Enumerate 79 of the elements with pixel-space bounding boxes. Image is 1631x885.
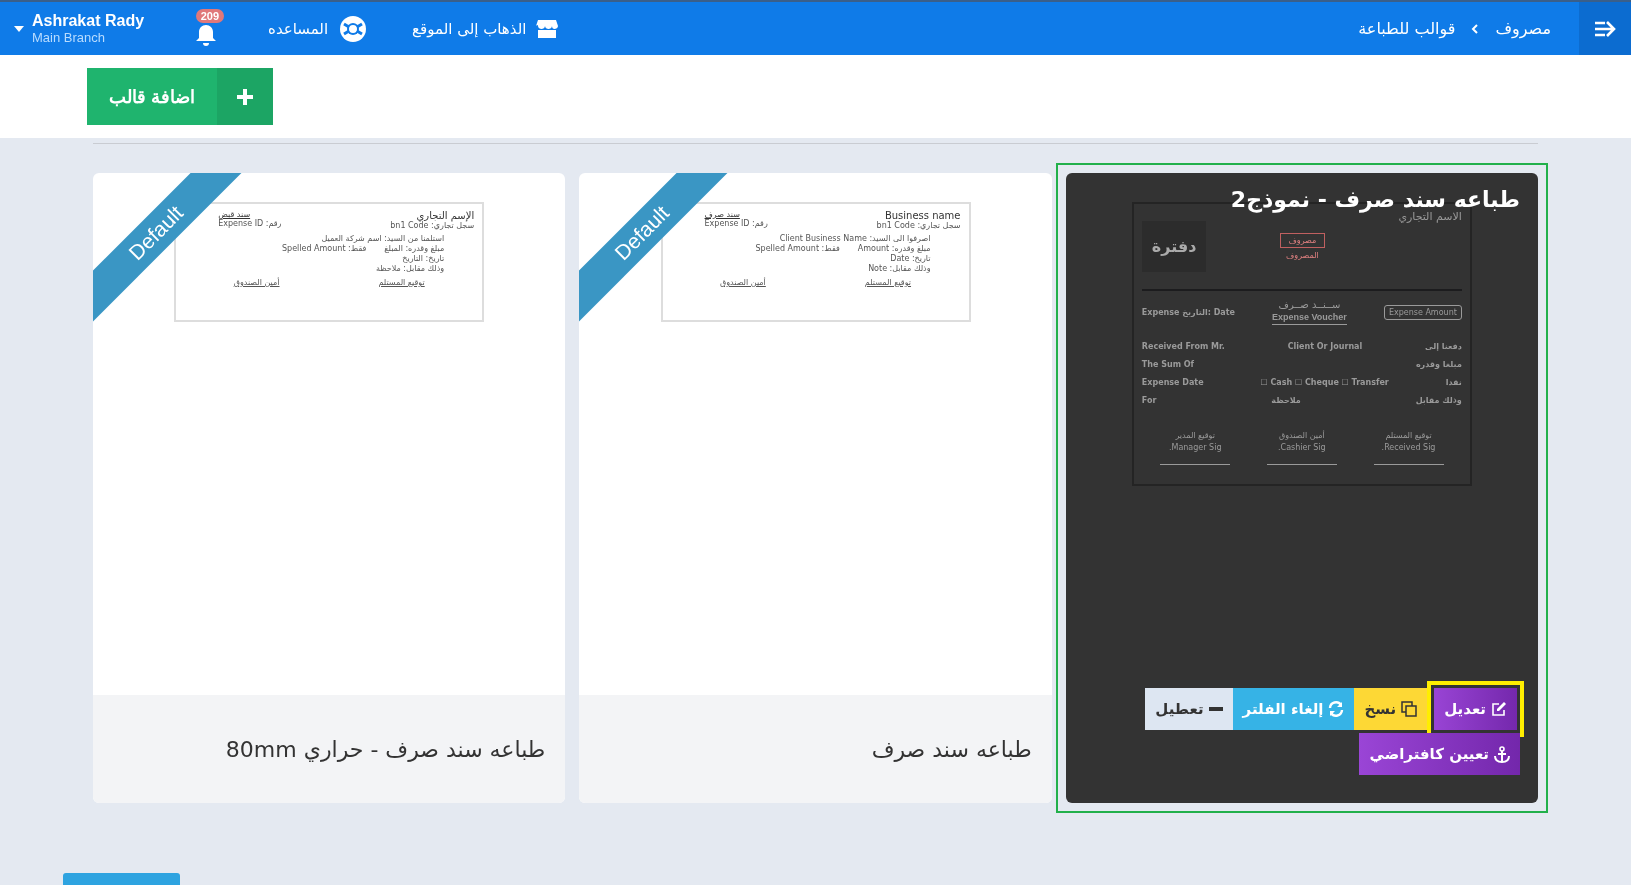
preview-text: ســنــد صــرف: [1278, 299, 1341, 310]
preview-text: Expense Voucher: [1272, 312, 1347, 325]
minus-icon: [1208, 707, 1223, 711]
preview-text: ملاحظة: [1271, 396, 1301, 405]
preview-text: مصروف: [1279, 233, 1326, 248]
preview-text: فقط: Spelled Amount: [282, 244, 367, 254]
preview-text: For: [1141, 396, 1157, 405]
preview-text: الاسم التجاري: [1398, 210, 1462, 223]
preview-text: Received Sig.: [1381, 443, 1436, 452]
preview-text: سند صرف: [704, 210, 740, 219]
user-menu[interactable]: Ashrakat Rady Main Branch: [14, 12, 145, 45]
preview-text: دفعنا إلى: [1425, 342, 1462, 351]
preview-text: توقيع المدير: [1175, 431, 1215, 440]
preview-text: أمين الصندوق: [720, 278, 766, 287]
edit-icon: [1491, 701, 1507, 717]
preview-text: Received From Mr.: [1141, 342, 1225, 351]
preview-text: توقيع المستلم: [864, 278, 912, 287]
preview-text: Cash ☐ Cheque ☐ Transfer ☐: [1260, 378, 1389, 387]
top-link[interactable]: المساعده: [268, 13, 369, 44]
top-link[interactable]: الذهاب إلى الموقع: [412, 18, 559, 39]
preview-text: المصروف: [1286, 251, 1319, 260]
notification-count: 209: [195, 8, 225, 23]
preview-text: فقط: Spelled Amount: [755, 244, 840, 254]
action-button[interactable]: نسخ: [1354, 688, 1428, 730]
bell-icon: [195, 22, 218, 47]
preview-text: تاريخ: التاريخ: [402, 254, 445, 264]
notification-bell[interactable]: 209: [188, 8, 225, 49]
preview-text: وذلك مقابل: Note: [868, 264, 931, 274]
template-title: طباعه سند صرف: [871, 736, 1032, 762]
preview-text: Business name: [883, 210, 961, 221]
branch-name: Main Branch: [32, 30, 105, 45]
menu-icon: [1593, 18, 1617, 39]
chevron-icon: [1471, 22, 1480, 35]
action-button[interactable]: إلغاء الفلتر: [1232, 688, 1355, 730]
preview-text: سجل تجاري: bn1 Code: [876, 221, 961, 231]
preview-text: توقيع المستلم: [378, 278, 425, 287]
preview-text: مبلغا وقدره: [1415, 360, 1462, 369]
preview-text: سند قبض: [218, 210, 251, 219]
logo: دفترة: [1141, 221, 1207, 272]
breadcrumb-link[interactable]: قوالب للطباعة: [1358, 19, 1456, 38]
preview-text: توقيع المستلم: [1385, 431, 1432, 440]
preview-text: سجل تجاري: bn1 Code: [390, 221, 475, 231]
preview-text: الإسم التجاري: [416, 210, 475, 221]
preview-text: أمين الصندوق: [233, 278, 280, 287]
template-title: طباعه سند صرف - نموذج2: [1230, 187, 1520, 212]
store-icon: [536, 18, 559, 39]
preview-text: وذلك مقابل: [1415, 396, 1462, 405]
anchor-icon: [1494, 745, 1510, 763]
preview-text: مبلغ وقدره: المبلغ: [384, 244, 445, 254]
preview-text: أمين الصندوق: [1278, 431, 1325, 440]
preview-text: مبلغ وقدره: Amount: [857, 244, 931, 254]
menu-button[interactable]: [1579, 2, 1631, 55]
action-button[interactable]: تعطيل: [1145, 688, 1233, 730]
preview-text: رقم: Expense ID: [218, 219, 282, 229]
preview-text: Manager Sig.: [1168, 443, 1222, 452]
action-button[interactable]: تعديل: [1427, 681, 1524, 737]
refresh-icon: [1328, 701, 1345, 717]
copy-icon: [1401, 701, 1418, 717]
breadcrumb-link[interactable]: مصروف: [1495, 19, 1551, 38]
action-button[interactable]: تعيين كافتراضي: [1359, 733, 1520, 775]
preview-text: Expense Amount: [1383, 304, 1462, 320]
caret-icon: [14, 25, 24, 32]
preview-text: اصرفوا الى السيد: Client Business Name: [779, 234, 931, 244]
plus-icon: [236, 87, 254, 106]
preview-text: The Sum Of: [1141, 360, 1195, 369]
preview-text: نقدا: [1445, 378, 1462, 387]
user-name: Ashrakat Rady: [32, 12, 145, 30]
preview-text: رقم: Expense ID: [704, 219, 768, 229]
preview-text: Cashier Sig.: [1278, 443, 1326, 452]
preview-text: وذلك مقابل: ملاحظة: [375, 264, 445, 274]
preview-text: تاريخ: Date: [890, 254, 931, 264]
preview-text: Expense التاريخ: Date: [1141, 307, 1235, 317]
preview-text: Expense Date: [1141, 378, 1204, 387]
preview-text: استلمنا من السيد: اسم شركة العميل: [321, 234, 445, 244]
template-title: طباعه سند صرف - حراري 80mm: [225, 736, 546, 762]
template-card[interactable]: [1065, 173, 1538, 803]
add-template-button[interactable]: اضافة قالب: [87, 68, 273, 125]
lifebuoy-icon: [338, 13, 369, 44]
preview-text: Client Or Journal: [1287, 342, 1363, 351]
